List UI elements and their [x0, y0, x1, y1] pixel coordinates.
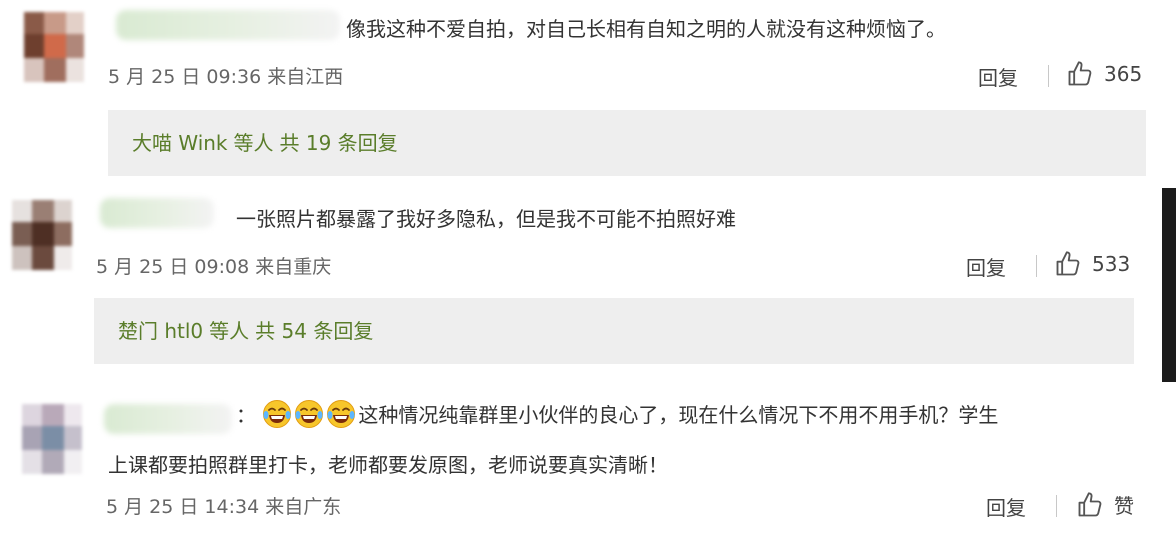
reply-thread[interactable]: 大喵 Wink 等人共 19 条回复 [108, 110, 1146, 176]
comment-text-line1: 这种情况纯靠群里小伙伴的良心了，现在什么情况下不用不用手机？学生 [358, 403, 999, 427]
avatar[interactable] [22, 404, 82, 474]
like-label: 赞 [1114, 494, 1134, 518]
divider [1048, 65, 1049, 87]
comment-text: ： 这种情况纯靠群里小伙伴的良心了，现在什么情况下不用不用手机？学生 [236, 396, 998, 434]
thread-suffix: 等人 [233, 131, 274, 155]
comment-text: 一张照片都暴露了我好多隐私，但是我不可能不拍照好难 [236, 207, 736, 231]
thread-names[interactable]: 大喵 Wink [132, 131, 228, 155]
reply-button[interactable]: 回复 [978, 62, 1018, 91]
comment-2: 一张照片都暴露了我好多隐私，但是我不可能不拍照好难 5 月 25 日 09:08… [0, 188, 1176, 382]
reply-thread[interactable]: 楚门 htl0 等人共 54 条回复 [94, 298, 1134, 364]
comment-meta: 5 月 25 日 14:34 来自广东 [106, 496, 342, 518]
avatar[interactable] [24, 12, 84, 82]
username-blurred[interactable] [116, 10, 340, 40]
comment-3: ： 这种情况纯靠群里小伙伴的良心了，现在什么情况下不用不用手机？学生 上课都要拍… [0, 382, 1176, 538]
comment-meta: 5 月 25 日 09:36 来自江西 [108, 66, 344, 88]
colon: ： [236, 403, 256, 427]
like-count: 365 [1104, 62, 1143, 86]
divider [1036, 255, 1037, 277]
comment-text: 像我这种不爱自拍，对自己长相有自知之明的人就没有这种烦恼了。 [346, 17, 946, 41]
thread-names[interactable]: 楚门 htl0 [118, 319, 203, 343]
thread-suffix: 等人 [209, 319, 250, 343]
thumbs-up-icon [1056, 251, 1080, 276]
like-button[interactable]: 365 [1066, 60, 1142, 88]
thread-count[interactable]: 共 19 条回复 [280, 131, 398, 155]
username-blurred[interactable] [104, 404, 232, 434]
thread-count[interactable]: 共 54 条回复 [255, 319, 373, 343]
like-button[interactable]: 赞 [1076, 490, 1134, 519]
thumbs-up-icon [1078, 491, 1102, 516]
laughing-crying-emoji [263, 400, 292, 428]
divider [1056, 495, 1057, 517]
username-blurred[interactable] [100, 198, 214, 228]
avatar[interactable] [12, 200, 72, 270]
comment-1: 像我这种不爱自拍，对自己长相有自知之明的人就没有这种烦恼了。 5 月 25 日 … [0, 0, 1176, 188]
comment-text-line2: 上课都要拍照群里打卡，老师都要发原图，老师说要真实清晰！ [108, 453, 668, 477]
like-button[interactable]: 533 [1054, 250, 1130, 278]
scrollbar[interactable] [1162, 188, 1176, 382]
laughing-crying-emoji [327, 400, 356, 428]
reply-button[interactable]: 回复 [966, 252, 1006, 281]
comment-meta: 5 月 25 日 09:08 来自重庆 [96, 256, 332, 278]
like-count: 533 [1092, 252, 1131, 276]
laughing-crying-emoji [295, 400, 324, 428]
thumbs-up-icon [1068, 61, 1092, 86]
reply-button[interactable]: 回复 [986, 492, 1026, 521]
